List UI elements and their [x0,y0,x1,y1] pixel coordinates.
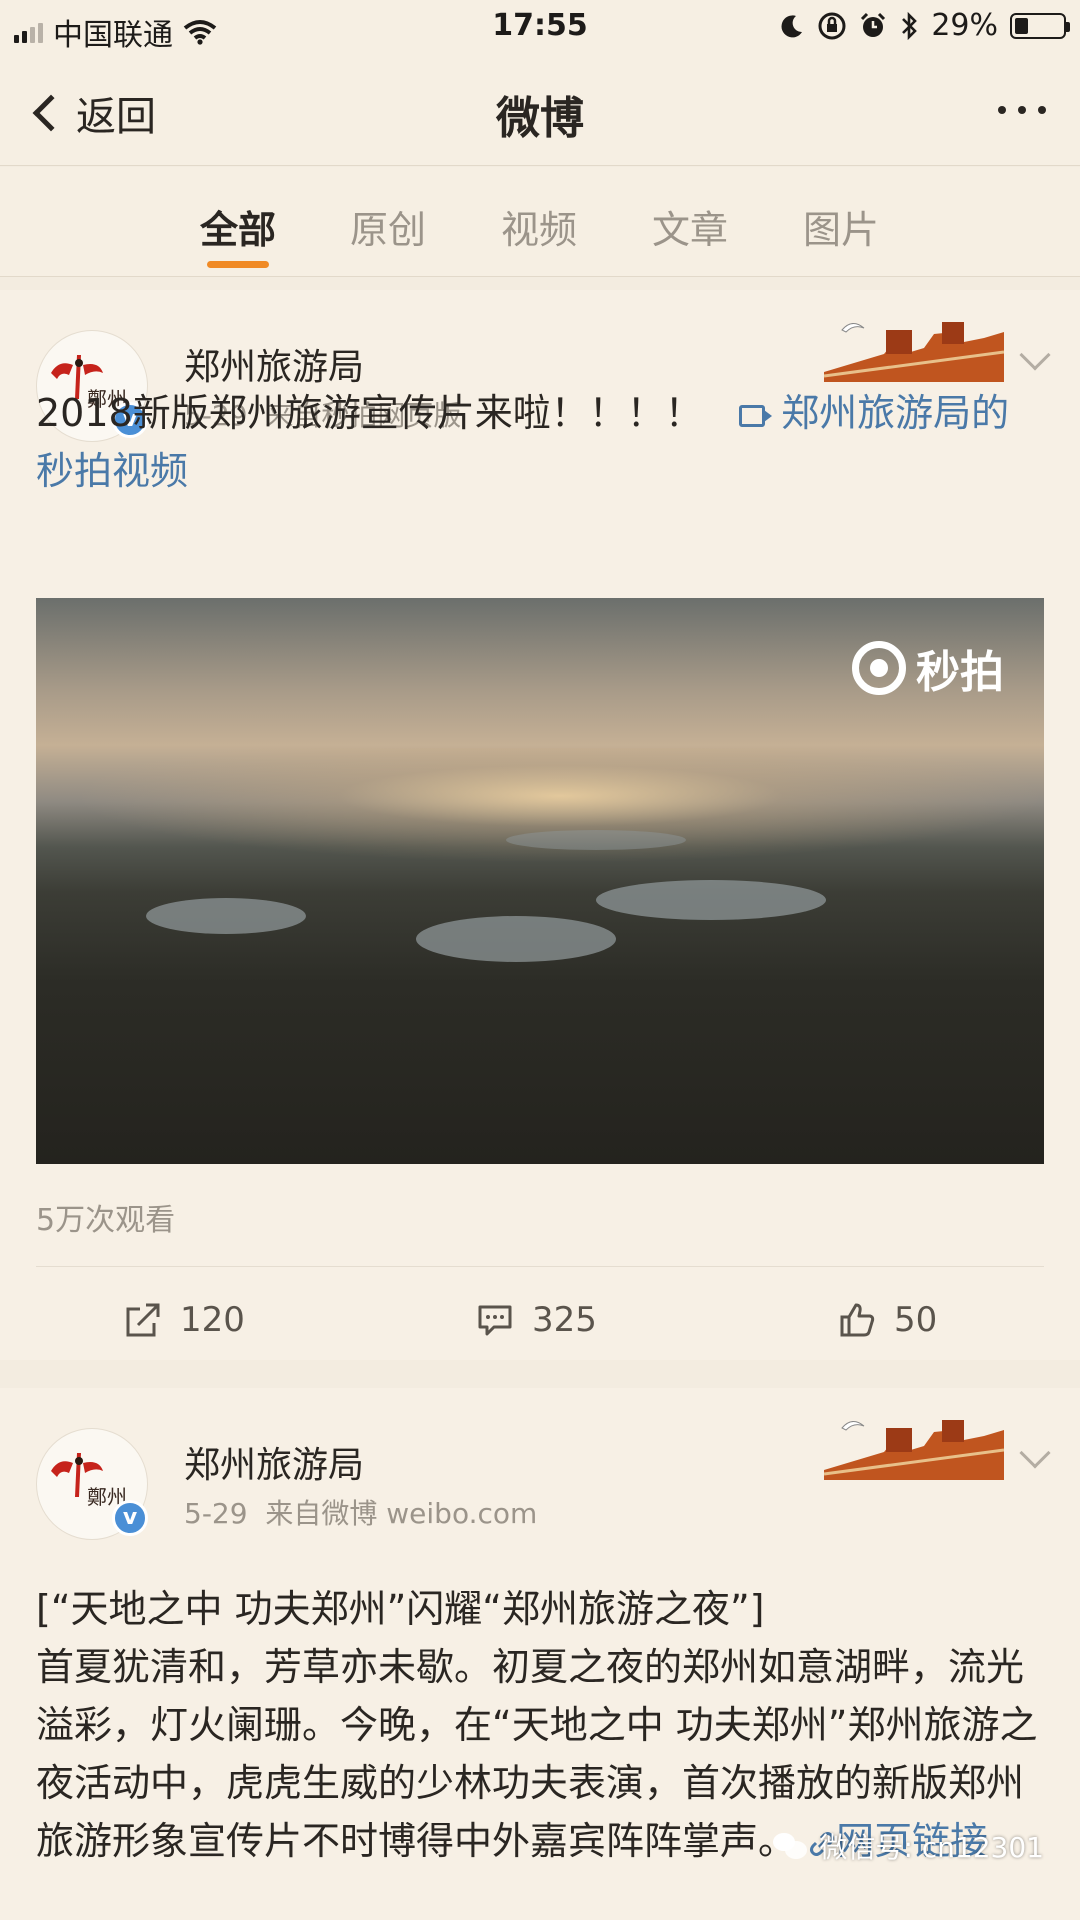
author-name[interactable]: 郑州旅游局 [184,1436,364,1488]
like-button[interactable]: 50 [838,1300,937,1340]
thumbs-up-icon [840,1303,875,1337]
miaopai-watermark: 秒拍 [852,636,1004,700]
video-camera-icon [738,404,772,427]
status-right: 29% [779,8,1070,43]
battery-icon [1010,12,1070,39]
divider [36,1266,1044,1267]
like-count: 50 [894,1300,938,1340]
status-bar: 中国联通 17:55 29% [0,0,1080,56]
post-title: [“天地之中 功夫郑州”闪耀“郑州旅游之夜”] [36,1587,765,1631]
tab-video[interactable]: 视频 [484,199,594,254]
post-body: 2018新版郑州旅游宣传片来啦！！！！ [36,391,703,435]
tab-original[interactable]: 原创 [333,199,443,254]
chevron-down-icon[interactable] [1019,339,1051,371]
miaopai-label: 秒拍 [916,647,1004,698]
rotation-lock-icon [818,12,846,39]
battery-percent: 29% [931,8,998,43]
wechat-icon [773,1831,809,1861]
great-wall-badge-icon [824,1420,1004,1480]
wechat-watermark: 微信号: cn12301 [773,1826,1044,1866]
video-thumbnail[interactable]: 秒拍 [36,598,1044,1164]
view-count: 5万次观看 [36,1203,176,1238]
comment-count: 325 [532,1300,597,1340]
comment-icon [478,1305,512,1336]
post-source: 来自微博 weibo.com [265,1497,538,1530]
tab-label: 视频 [500,208,577,252]
author-name[interactable]: 郑州旅游局 [184,338,364,390]
alarm-icon [861,12,886,37]
repost-icon [126,1303,160,1337]
tab-label: 文章 [651,208,728,252]
tab-images[interactable]: 图片 [786,199,896,254]
more-dots-icon [998,106,1006,114]
comment-button[interactable]: 325 [476,1300,597,1340]
repost-button[interactable]: 120 [124,1300,245,1340]
post-text: 2018新版郑州旅游宣传片来啦！！！！ 郑州旅游局的秒拍视频 [36,384,1046,500]
tab-active-indicator [207,261,269,268]
tab-label: 全部 [199,208,276,252]
nav-bar: 返回 微博 [0,56,1080,166]
page-title: 微博 [496,93,584,144]
filter-tabs: 全部 原创 视频 文章 图片 [0,167,1080,277]
watermark-text: 微信号: cn12301 [819,1831,1044,1864]
post-meta: 5-29 来自微博 weibo.com [184,1492,537,1532]
verified-badge-icon: v [112,1500,148,1536]
great-wall-badge-icon [824,322,1004,382]
more-button[interactable] [998,106,1046,114]
bluetooth-icon [902,11,918,40]
chevron-down-icon[interactable] [1019,1437,1051,1469]
tab-label: 图片 [802,208,879,252]
post-card[interactable]: 鄭州 v 郑州旅游局 5-29 来自秒拍网页版 2018新版郑州旅游宣传片来啦！… [0,290,1080,1360]
camera-ring-icon [852,641,906,695]
moon-icon [781,14,803,37]
tab-label: 原创 [349,208,426,252]
repost-count: 120 [180,1300,245,1340]
post-date: 5-29 [184,1497,248,1530]
tab-articles[interactable]: 文章 [635,199,745,254]
tab-all[interactable]: 全部 [183,199,293,268]
